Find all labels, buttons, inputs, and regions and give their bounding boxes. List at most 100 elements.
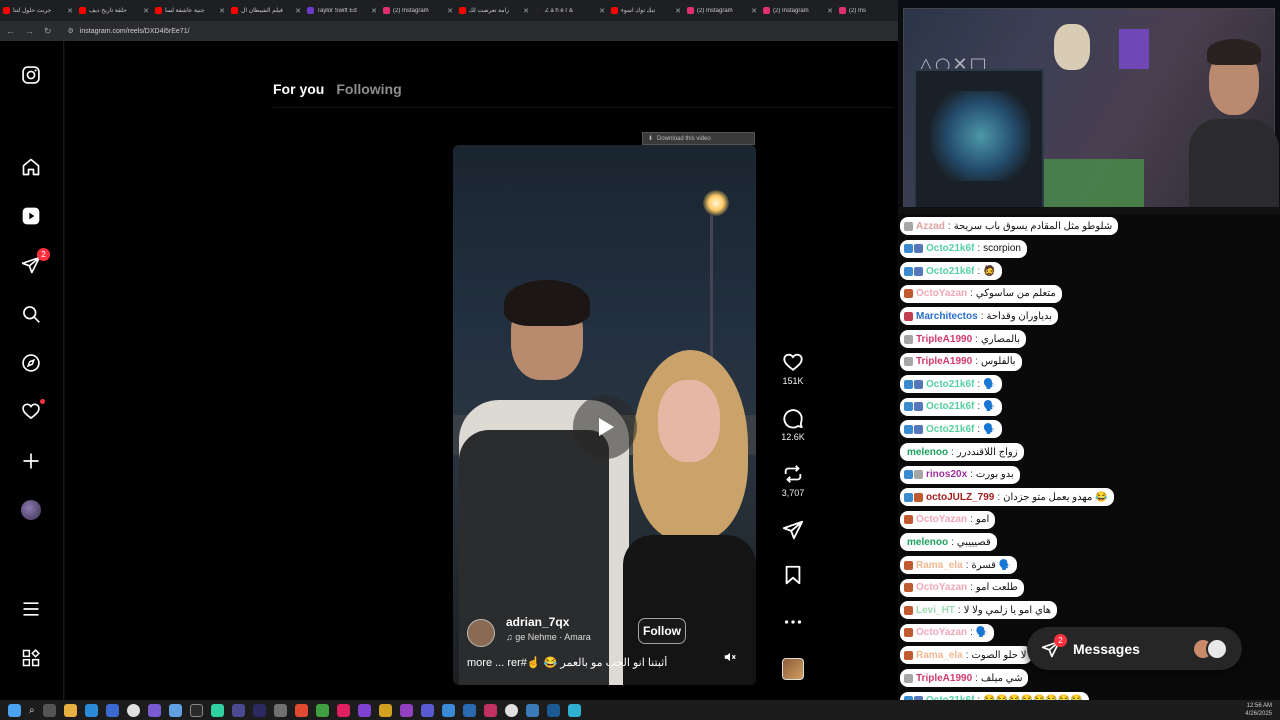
create-icon[interactable] [20,450,42,472]
chat-username[interactable]: melenoo [907,537,948,548]
chat-username[interactable]: Octo21k6f [926,266,974,277]
tab-for-you[interactable]: For you [273,81,324,97]
mute-icon[interactable] [723,650,737,664]
tab-close-icon[interactable]: ✕ [751,7,757,15]
tab-close-icon[interactable]: ✕ [447,7,453,15]
app-icon[interactable] [420,703,434,717]
back-icon[interactable]: ← [6,26,15,36]
chat-username[interactable]: Marchitectos [916,311,978,322]
browser-tab[interactable]: Z a h e r & ✕ [532,0,608,21]
share-icon[interactable] [782,519,804,541]
browser-tab[interactable]: (2) Ins✕ [836,0,898,21]
heart-notifications-icon[interactable] [20,399,45,422]
audio-track[interactable]: ♫ ge Nehme · Amara [506,632,591,642]
chat-username[interactable]: Rama_ela [916,650,963,661]
comment-icon[interactable] [782,407,804,429]
app-icon[interactable] [567,703,581,717]
chrome-icon[interactable] [126,703,140,717]
premiere-icon[interactable] [252,703,266,717]
app-icon[interactable] [168,703,182,717]
browser-tab[interactable]: رامة تعرضت لك ✕ [456,0,532,21]
system-clock[interactable]: 12:56 AM 4/26/2025 [1245,702,1272,718]
like-heart-icon[interactable] [782,351,804,373]
profile-avatar[interactable] [20,499,42,521]
browser-tab[interactable]: (2) Instagram ✕ [684,0,760,21]
chat-username[interactable]: Octo21k6f [926,379,974,390]
start-icon[interactable] [8,703,21,717]
tab-close-icon[interactable]: ✕ [599,7,605,15]
instagram-logo-icon[interactable] [20,64,42,86]
app-icon[interactable] [231,703,245,717]
chat-username[interactable]: OctoYazan [916,288,967,299]
browser-tab[interactable]: جربت حلول لتنا ✕ [0,0,76,21]
chat-username[interactable]: TripleA1990 [916,334,972,345]
app-icon[interactable] [399,703,413,717]
url-field[interactable]: ⚙ instagram.com/reels/DXD4i5rEe71/ [68,27,190,36]
app-icon[interactable] [462,703,476,717]
browser-tab[interactable]: فيلم الشيطان ال ✕ [228,0,304,21]
tab-close-icon[interactable]: ✕ [219,7,225,15]
tab-close-icon[interactable]: ✕ [143,7,149,15]
search-icon[interactable] [20,303,42,325]
tab-following[interactable]: Following [336,81,401,97]
tab-close-icon[interactable]: ✕ [295,7,301,15]
mail-icon[interactable] [105,703,119,717]
tab-close-icon[interactable]: ✕ [371,7,377,15]
tiktok-icon[interactable] [336,703,350,717]
app-icon[interactable] [294,703,308,717]
download-video-overlay[interactable]: ⬇ Download this video [642,132,755,145]
browser-tab[interactable]: (2) Instagram ✕ [760,0,836,21]
steam-icon[interactable] [546,703,560,717]
chat-username[interactable]: OctoYazan [916,627,967,638]
browser-tab[interactable]: حلقة تاريخ ديف ✕ [76,0,152,21]
chat-username[interactable]: TripleA1990 [916,673,972,684]
tab-close-icon[interactable]: ✕ [675,7,681,15]
explore-icon[interactable] [20,352,42,374]
reels-icon[interactable] [20,205,42,227]
app-icon[interactable] [441,703,455,717]
obs-icon[interactable] [147,703,161,717]
app-icon[interactable] [315,703,329,717]
tab-close-icon[interactable]: ✕ [67,7,73,15]
chat-username[interactable]: melenoo [907,447,948,458]
more-options-icon[interactable] [782,611,804,633]
repost-icon[interactable] [782,463,804,485]
follow-button[interactable]: Follow [638,618,686,644]
app-icon[interactable] [357,703,371,717]
chat-username[interactable]: Octo21k6f [926,401,974,412]
chat-username[interactable]: Levi_HT [916,605,955,616]
audio-thumbnail[interactable] [782,658,804,680]
chat-username[interactable]: Azzad [916,221,945,232]
site-settings-icon[interactable]: ⚙ [68,27,74,35]
tab-close-icon[interactable]: ✕ [827,7,833,15]
menu-icon[interactable] [20,598,42,620]
reel-caption[interactable]: more ... rer#☝️ 😂 أثبتنا انو الحب مو بال… [467,656,707,669]
chat-username[interactable]: TripleA1990 [916,356,972,367]
reel-video[interactable]: adrian_7qx ♫ ge Nehme · Amara Follow mor… [453,145,756,685]
task-view-icon[interactable] [42,703,56,717]
chat-username[interactable]: Octo21k6f [926,424,974,435]
also-from-meta-icon[interactable] [20,647,42,669]
app-icon[interactable] [483,703,497,717]
direct-messages-icon[interactable]: 2 [20,248,50,276]
app-icon[interactable] [378,703,392,717]
app-icon[interactable] [189,703,203,717]
chat-username[interactable]: Octo21k6f [926,243,974,254]
reload-icon[interactable]: ↻ [44,26,52,37]
chat-username[interactable]: rinos20x [926,469,967,480]
search-icon[interactable]: ⌕ [29,705,35,716]
chrome-icon[interactable] [504,703,518,717]
bookmark-icon[interactable] [782,564,804,586]
file-explorer-icon[interactable] [63,703,77,717]
messages-button[interactable]: 2 Messages [1027,627,1242,670]
author-avatar[interactable] [467,619,495,647]
browser-tab[interactable]: تيك توك اسوء ✕ [608,0,684,21]
home-icon[interactable] [20,156,42,178]
app-icon[interactable] [525,703,539,717]
edge-icon[interactable] [84,703,98,717]
chat-username[interactable]: OctoYazan [916,582,967,593]
browser-tab[interactable]: (2) Instagram ✕ [380,0,456,21]
app-icon[interactable] [273,703,287,717]
chat-username[interactable]: OctoYazan [916,514,967,525]
forward-icon[interactable]: → [25,26,34,36]
